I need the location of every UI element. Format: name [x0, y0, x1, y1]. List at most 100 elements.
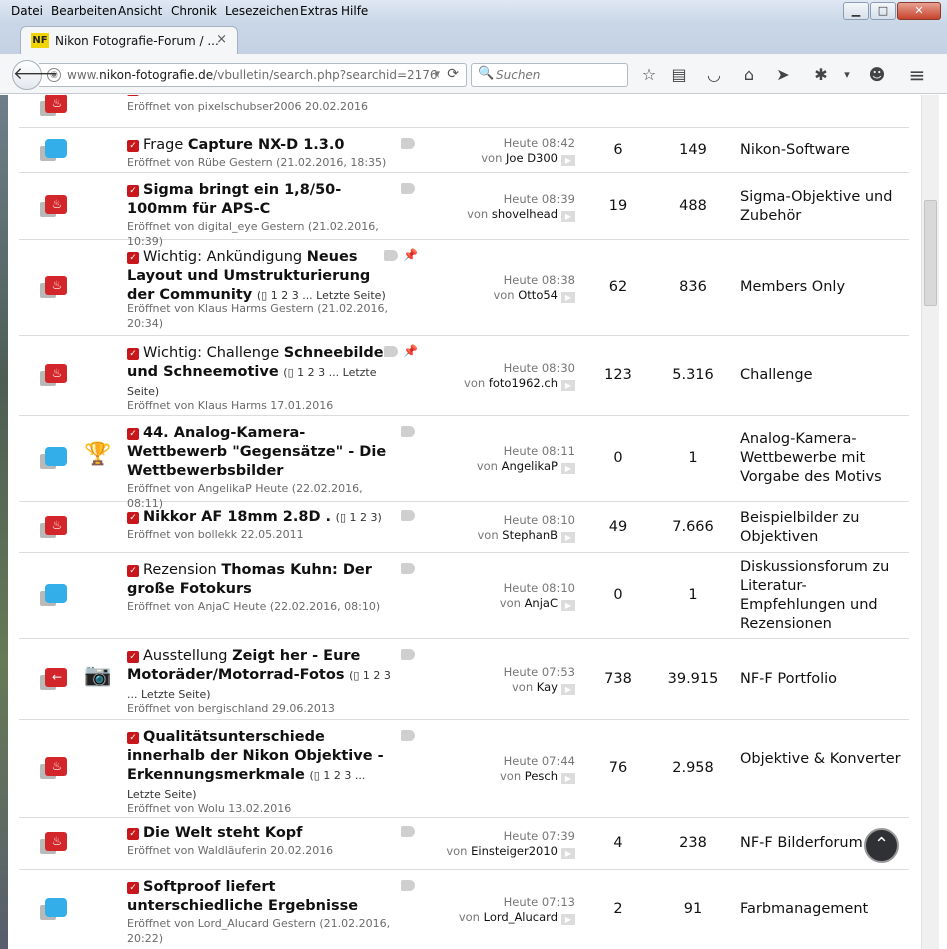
thread-title[interactable]: ✓ Die Welt steht Kopf	[127, 824, 397, 843]
search-input[interactable]	[496, 67, 622, 83]
forum-link[interactable]: Nikon-Software	[740, 141, 905, 160]
tag-icon[interactable]	[401, 510, 415, 521]
last-post-user[interactable]: Pesch	[525, 769, 558, 783]
search-box[interactable]: 🔍	[471, 63, 628, 87]
tab-close-icon[interactable]: ×	[216, 32, 227, 47]
last-post-time: Heute 08:10	[503, 581, 575, 595]
menu-datei[interactable]: Datei	[11, 4, 43, 18]
thread-title[interactable]: ✓ Wichtig: Ankündigung Neues Layout und U…	[127, 248, 397, 305]
maximize-button[interactable]: □	[870, 2, 896, 20]
menu-ansicht[interactable]: Ansicht	[118, 4, 162, 18]
forum-link[interactable]: Beispielbilder zu Objektiven	[740, 509, 905, 547]
tag-icon[interactable]	[401, 426, 415, 437]
thread-title[interactable]: ✓ 44. Analog-Kamera-Wettbewerb "Gegensätz…	[127, 424, 397, 481]
go-to-last-post-icon[interactable]: ▶	[561, 292, 575, 303]
address-bar[interactable]: ◉ www.nikon-fotografie.de/vbulletin/sear…	[39, 63, 467, 87]
tag-icon[interactable]	[401, 649, 415, 660]
page-links[interactable]: (▯ 1 2 3)	[336, 511, 382, 524]
thread-title[interactable]: ✓ Wichtig: Challenge Schneebilder und Sch…	[127, 344, 397, 401]
go-to-last-post-icon[interactable]: ▶	[561, 848, 575, 859]
tag-icon[interactable]	[384, 250, 398, 261]
go-to-last-post-icon[interactable]: ▶	[561, 600, 575, 611]
thread-title-link[interactable]: Softproof liefert unterschiedliche Ergeb…	[127, 879, 358, 914]
tag-icon[interactable]	[401, 730, 415, 741]
home-icon[interactable]: ⌂	[738, 64, 760, 86]
last-post-user[interactable]: AnjaC	[525, 596, 558, 610]
back-button[interactable]: 🡐	[12, 60, 59, 90]
menu-hilfe[interactable]: Hilfe	[341, 4, 368, 18]
forum-link[interactable]: Challenge	[740, 366, 905, 385]
forum-link[interactable]: Farbmanagement	[740, 900, 905, 919]
view-count: 1	[688, 587, 698, 603]
tag-icon[interactable]	[401, 563, 415, 574]
navigation-bar: ◉ www.nikon-fotografie.de/vbulletin/sear…	[0, 54, 947, 94]
tag-icon[interactable]	[401, 138, 415, 149]
forum-link[interactable]: Diskussionsforum zu Literatur-Empfehlung…	[740, 558, 905, 634]
smiley-icon[interactable]: ☻	[866, 64, 888, 86]
forum-link[interactable]: Objektive & Konverter	[740, 750, 905, 769]
extension-icon[interactable]: ✱	[810, 64, 832, 86]
tab-title: Nikon Fotografie-Forum / ...	[55, 34, 219, 48]
forum-link[interactable]: Sigma-Objektive und Zubehör	[740, 188, 905, 226]
send-icon[interactable]: ➤	[772, 64, 794, 86]
menu-extras[interactable]: Extras	[300, 4, 338, 18]
go-to-last-post-icon[interactable]: ▶	[561, 684, 575, 695]
thread-title-link[interactable]: Capture NX-D 1.3.0	[188, 137, 345, 153]
address-url[interactable]: www.nikon-fotografie.de/vbulletin/search…	[67, 68, 439, 82]
scrollbar[interactable]	[921, 95, 939, 949]
reading-list-icon[interactable]: ▤	[668, 64, 690, 86]
minimize-button[interactable]: ▁	[843, 2, 869, 20]
pocket-icon[interactable]: ◡	[703, 64, 725, 86]
dropdown-icon[interactable]: ▾	[836, 64, 858, 86]
tag-icon[interactable]	[401, 826, 415, 837]
thread-title[interactable]: ✓ Nikkor AF 18mm 2.8D . (▯ 1 2 3)	[127, 508, 397, 527]
last-post-user[interactable]: StephanB	[502, 528, 558, 542]
thread-title-link[interactable]: Die Welt steht Kopf	[143, 825, 302, 841]
thread-title[interactable]: ✓ Softproof liefert unterschiedliche Erge…	[127, 878, 397, 916]
tab-nikon-forum[interactable]: NF Nikon Fotografie-Forum / ... ×	[20, 26, 238, 55]
tag-icon[interactable]	[401, 880, 415, 891]
thread-title-link[interactable]: Konkurrenz für D810	[143, 95, 313, 97]
menu-lesezeichen[interactable]: Lesezeichen	[225, 4, 299, 18]
last-post-user[interactable]: Einsteiger2010	[471, 844, 558, 858]
pages-icon: ▯	[353, 669, 363, 682]
tag-icon[interactable]	[384, 346, 398, 357]
thread-title[interactable]: ✓ Qualitätsunterschiede innerhalb der Nik…	[127, 728, 397, 804]
last-post-user[interactable]: Lord_Alucard	[484, 910, 558, 924]
tag-icon[interactable]	[401, 183, 415, 194]
go-to-last-post-icon[interactable]: ▶	[561, 532, 575, 543]
go-to-last-post-icon[interactable]: ▶	[561, 463, 575, 474]
forum-link[interactable]: Analog-Kamera-Wettbewerbe mit Vorgabe de…	[740, 430, 905, 487]
thread-title[interactable]: ✓ Frage Capture NX-D 1.3.0	[127, 136, 397, 155]
go-to-last-post-icon[interactable]: ▶	[561, 380, 575, 391]
forum-link[interactable]: NF-F Portfolio	[740, 670, 905, 689]
close-window-button[interactable]: ✕	[897, 2, 941, 20]
thread-title[interactable]: ✓ Sigma bringt ein 1,8/50-100mm für APS-C	[127, 181, 397, 219]
thread-title-link[interactable]: Nikkor AF 18mm 2.8D .	[143, 509, 331, 525]
menu-bearbeiten[interactable]: Bearbeiten	[51, 4, 117, 18]
scrollbar-thumb[interactable]	[924, 200, 937, 306]
last-post-user[interactable]: AngelikaP	[502, 459, 558, 473]
thread-title[interactable]: ✓ Rezension Thomas Kuhn: Der große Fotoku…	[127, 561, 397, 599]
reload-icon[interactable]: ⟳	[447, 66, 459, 82]
scroll-to-top-button[interactable]: ⌃	[864, 828, 899, 863]
menu-chronik[interactable]: Chronik	[171, 4, 217, 18]
thread-title-link[interactable]: 44. Analog-Kamera-Wettbewerb "Gegensätze…	[127, 425, 386, 479]
last-post-user[interactable]: foto1962.ch	[489, 376, 558, 390]
go-to-last-post-icon[interactable]: ▶	[561, 211, 575, 222]
thread-title[interactable]: ✓ Ausstellung Zeigt her - Eure Motoräder/…	[127, 647, 397, 704]
last-post-user[interactable]: shovelhead	[492, 207, 558, 221]
forum-link[interactable]: Members Only	[740, 278, 905, 297]
go-to-last-post-icon[interactable]: ▶	[561, 914, 575, 925]
go-to-last-post-icon[interactable]: ▶	[561, 773, 575, 784]
thread-title-link[interactable]: Sigma bringt ein 1,8/50-100mm für APS-C	[127, 182, 341, 217]
history-dropdown-icon[interactable]: ▾	[434, 67, 440, 80]
last-post-time: Heute 07:44	[503, 754, 575, 768]
go-to-last-post-icon[interactable]: ▶	[561, 155, 575, 166]
last-post-user[interactable]: Otto54	[518, 288, 558, 302]
star-icon[interactable]: ☆	[638, 64, 660, 86]
page-content: ♨ ✓ Konkurrenz für D810 Eröffnet von pixels…	[0, 95, 947, 949]
menu-icon[interactable]: ≡	[906, 64, 928, 86]
last-post-user[interactable]: Kay	[537, 680, 558, 694]
last-post-user[interactable]: Joe D300	[506, 151, 558, 165]
